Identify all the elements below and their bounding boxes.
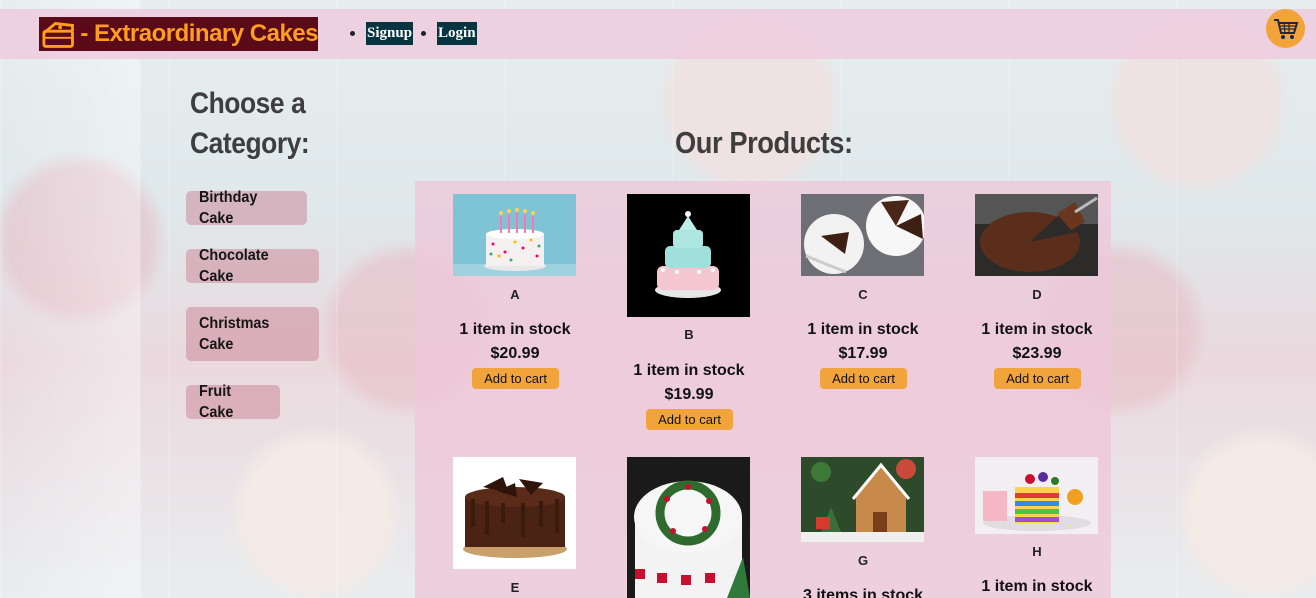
product-stock: 1 item in stock (459, 321, 571, 338)
product-name: B (684, 327, 694, 342)
product-image[interactable] (453, 457, 576, 569)
shopping-cart-icon (1273, 18, 1298, 39)
product-image[interactable] (453, 194, 576, 276)
product-stock: 3 items in stock (802, 587, 924, 598)
add-to-cart-button[interactable]: Add to cart (994, 368, 1081, 389)
login-link[interactable]: Login (437, 22, 477, 45)
brand-name: - Extraordinary Cakes (80, 20, 318, 47)
product-name: C (858, 287, 868, 302)
product-price: $19.99 (664, 386, 714, 403)
products-heading: Our Products: (675, 125, 853, 160)
add-to-cart-button[interactable]: Add to cart (646, 409, 733, 430)
product-name: H (1032, 544, 1042, 559)
product-image[interactable] (627, 194, 750, 317)
product-name: D (1032, 287, 1042, 302)
main-nav: Signup Login (350, 22, 485, 45)
product-name: E (510, 580, 520, 595)
product-image[interactable] (975, 194, 1098, 276)
product-price: $23.99 (1012, 345, 1062, 362)
product-price: $20.99 (490, 345, 540, 362)
product-image[interactable] (801, 194, 924, 276)
category-heading: Choose a Category: (190, 87, 310, 160)
category-label: Christmas Cake (199, 315, 270, 353)
add-to-cart-button[interactable]: Add to cart (472, 368, 559, 389)
product-name: G (857, 553, 869, 568)
product-image[interactable] (975, 457, 1098, 534)
product-price: $17.99 (838, 345, 888, 362)
nav-item-signup: Signup (350, 22, 414, 45)
product-stock: 1 item in stock (981, 578, 1093, 595)
product-image[interactable] (801, 457, 924, 542)
product-stock: 1 item in stock (981, 321, 1093, 338)
product-stock: 1 item in stock (633, 362, 745, 379)
add-to-cart-button[interactable]: Add to cart (820, 368, 907, 389)
product-image[interactable] (627, 457, 750, 598)
category-christmas-cake[interactable]: Christmas Cake (186, 307, 319, 361)
product-name: A (510, 287, 520, 302)
bullet-icon (350, 31, 355, 36)
bullet-icon (421, 31, 427, 36)
signup-link[interactable]: Signup (366, 22, 414, 45)
brand-logo[interactable]: - Extraordinary Cakes (39, 17, 318, 51)
category-label: Birthday Cake (199, 189, 258, 227)
cake-logo-icon (42, 22, 74, 48)
category-label: Fruit Cake (199, 383, 234, 421)
cart-button[interactable] (1266, 9, 1305, 48)
category-fruit-cake[interactable]: Fruit Cake (186, 383, 280, 421)
products-panel: A 1 item in stock $20.99 Add to cart B 1… (415, 181, 1111, 598)
category-chocolate-cake[interactable]: Chocolate Cake (186, 247, 319, 285)
category-birthday-cake[interactable]: Birthday Cake (186, 189, 307, 227)
nav-item-login: Login (421, 22, 477, 45)
product-stock: 1 item in stock (807, 321, 919, 338)
category-label: Chocolate Cake (199, 247, 269, 285)
